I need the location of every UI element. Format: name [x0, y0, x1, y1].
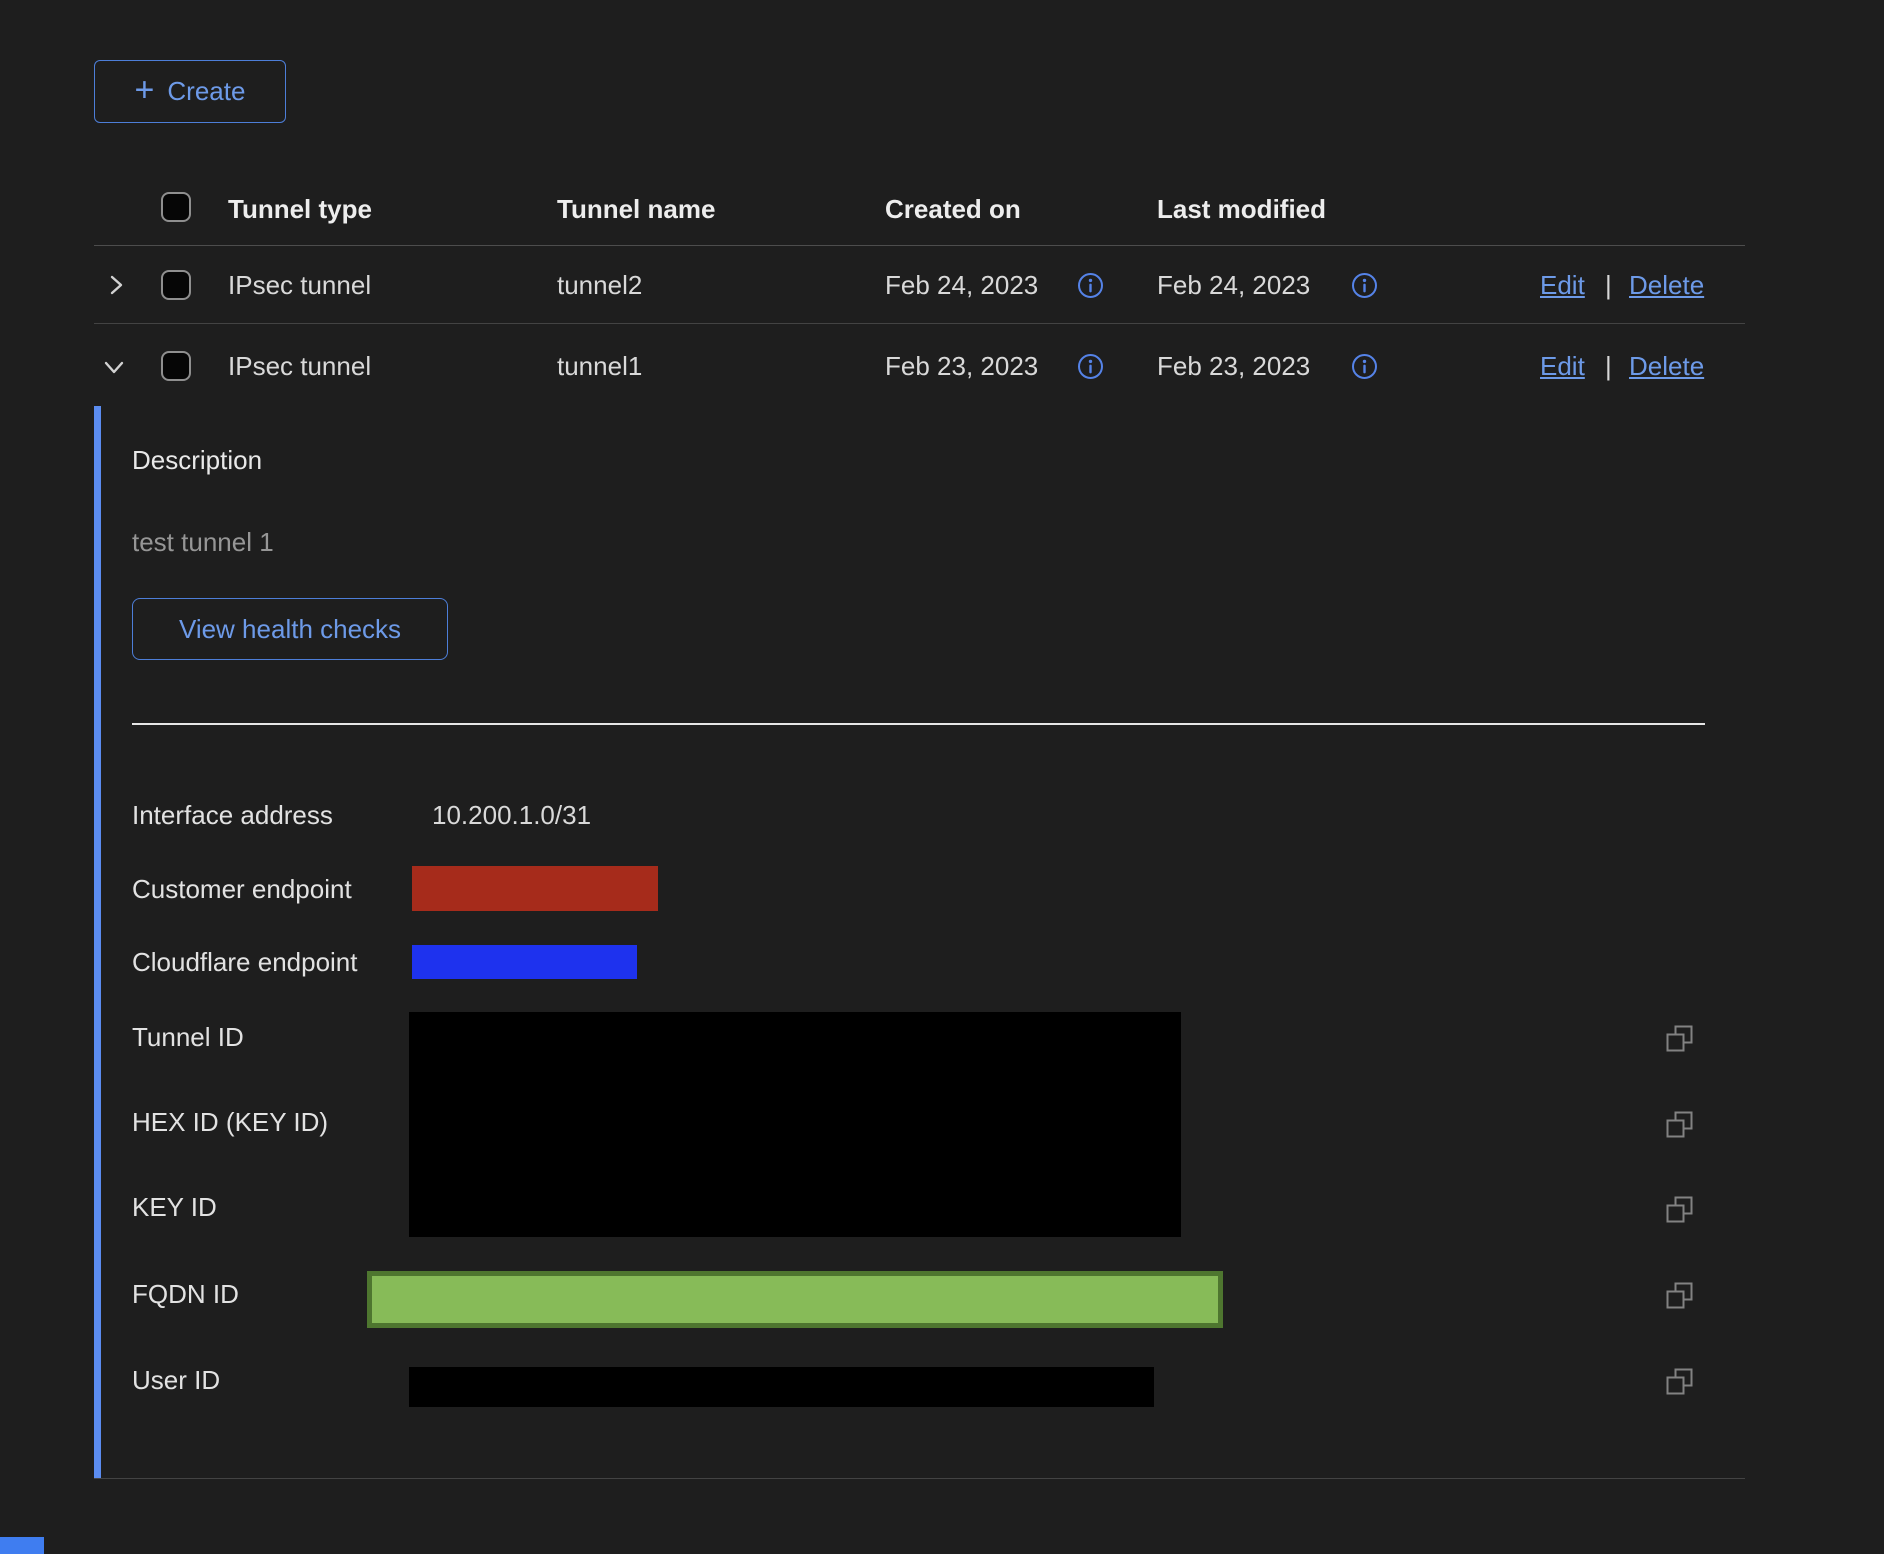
- edit-link-tunnel1[interactable]: Edit: [1540, 351, 1585, 381]
- collapse-row-button[interactable]: [100, 353, 128, 381]
- tunnel-name-cell: tunnel1: [557, 351, 642, 381]
- copy-icon: [1664, 1128, 1695, 1143]
- action-separator: |: [1605, 351, 1612, 381]
- description-label: Description: [132, 445, 262, 475]
- row-divider: [94, 323, 1745, 324]
- user-id-label: User ID: [132, 1365, 220, 1395]
- chevron-down-icon: [100, 369, 128, 384]
- customer-endpoint-redacted-value: [412, 866, 658, 911]
- create-button[interactable]: + Create: [94, 60, 286, 123]
- create-button-label: Create: [167, 76, 245, 107]
- info-icon[interactable]: [1351, 272, 1378, 299]
- delete-link-tunnel1[interactable]: Delete: [1629, 351, 1704, 381]
- table-bottom-divider: [94, 1478, 1745, 1479]
- description-value: test tunnel 1: [132, 527, 274, 557]
- last-modified-cell: Feb 23, 2023: [1157, 351, 1310, 381]
- copy-icon: [1664, 1299, 1695, 1314]
- copy-hex-id-button[interactable]: [1664, 1109, 1695, 1140]
- info-icon[interactable]: [1077, 272, 1104, 299]
- customer-endpoint-label: Customer endpoint: [132, 874, 352, 904]
- ids-redacted-block: [409, 1012, 1181, 1237]
- key-id-label: KEY ID: [132, 1192, 217, 1222]
- select-all-checkbox[interactable]: [161, 192, 191, 222]
- fqdn-id-label: FQDN ID: [132, 1279, 239, 1309]
- detail-section-divider: [132, 723, 1705, 725]
- copy-icon: [1664, 1385, 1695, 1400]
- copy-fqdn-id-button[interactable]: [1664, 1280, 1695, 1311]
- tunnel-type-cell: IPsec tunnel: [228, 351, 371, 381]
- copy-user-id-button[interactable]: [1664, 1366, 1695, 1397]
- hex-id-label: HEX ID (KEY ID): [132, 1107, 328, 1137]
- created-on-cell: Feb 24, 2023: [885, 270, 1038, 300]
- copy-icon: [1664, 1213, 1695, 1228]
- action-separator: |: [1605, 270, 1612, 300]
- info-icon[interactable]: [1077, 353, 1104, 380]
- delete-link-tunnel2[interactable]: Delete: [1629, 270, 1704, 300]
- interface-address-value: 10.200.1.0/31: [432, 800, 591, 830]
- bottom-edge-accent-strip: [0, 1537, 44, 1554]
- chevron-right-icon: [102, 287, 130, 302]
- copy-tunnel-id-button[interactable]: [1664, 1023, 1695, 1054]
- edit-link-tunnel2[interactable]: Edit: [1540, 270, 1585, 300]
- column-header-tunnel-name: Tunnel name: [557, 194, 715, 224]
- tunnel-name-cell: tunnel2: [557, 270, 642, 300]
- created-on-cell: Feb 23, 2023: [885, 351, 1038, 381]
- expanded-row-indicator-bar: [94, 406, 101, 1479]
- cloudflare-endpoint-redacted-value: [412, 945, 637, 979]
- copy-icon: [1664, 1042, 1695, 1057]
- ipsec-tunnels-page: + Create Tunnel type Tunnel name Created…: [0, 0, 1884, 1554]
- column-header-tunnel-type: Tunnel type: [228, 194, 372, 224]
- view-health-checks-button[interactable]: View health checks: [132, 598, 448, 660]
- view-health-checks-label: View health checks: [179, 614, 401, 645]
- interface-address-label: Interface address: [132, 800, 333, 830]
- row-checkbox-tunnel1[interactable]: [161, 351, 191, 381]
- tunnel-id-label: Tunnel ID: [132, 1022, 244, 1052]
- cloudflare-endpoint-label: Cloudflare endpoint: [132, 947, 358, 977]
- row-checkbox-tunnel2[interactable]: [161, 270, 191, 300]
- expand-row-button[interactable]: [102, 271, 130, 299]
- fqdn-id-redacted-value: [367, 1271, 1223, 1328]
- plus-icon: +: [135, 71, 155, 110]
- column-header-last-modified: Last modified: [1157, 194, 1326, 224]
- user-id-redacted-block: [409, 1367, 1154, 1407]
- copy-key-id-button[interactable]: [1664, 1194, 1695, 1225]
- tunnel-type-cell: IPsec tunnel: [228, 270, 371, 300]
- info-icon[interactable]: [1351, 353, 1378, 380]
- last-modified-cell: Feb 24, 2023: [1157, 270, 1310, 300]
- column-header-created-on: Created on: [885, 194, 1021, 224]
- header-divider: [94, 245, 1745, 246]
